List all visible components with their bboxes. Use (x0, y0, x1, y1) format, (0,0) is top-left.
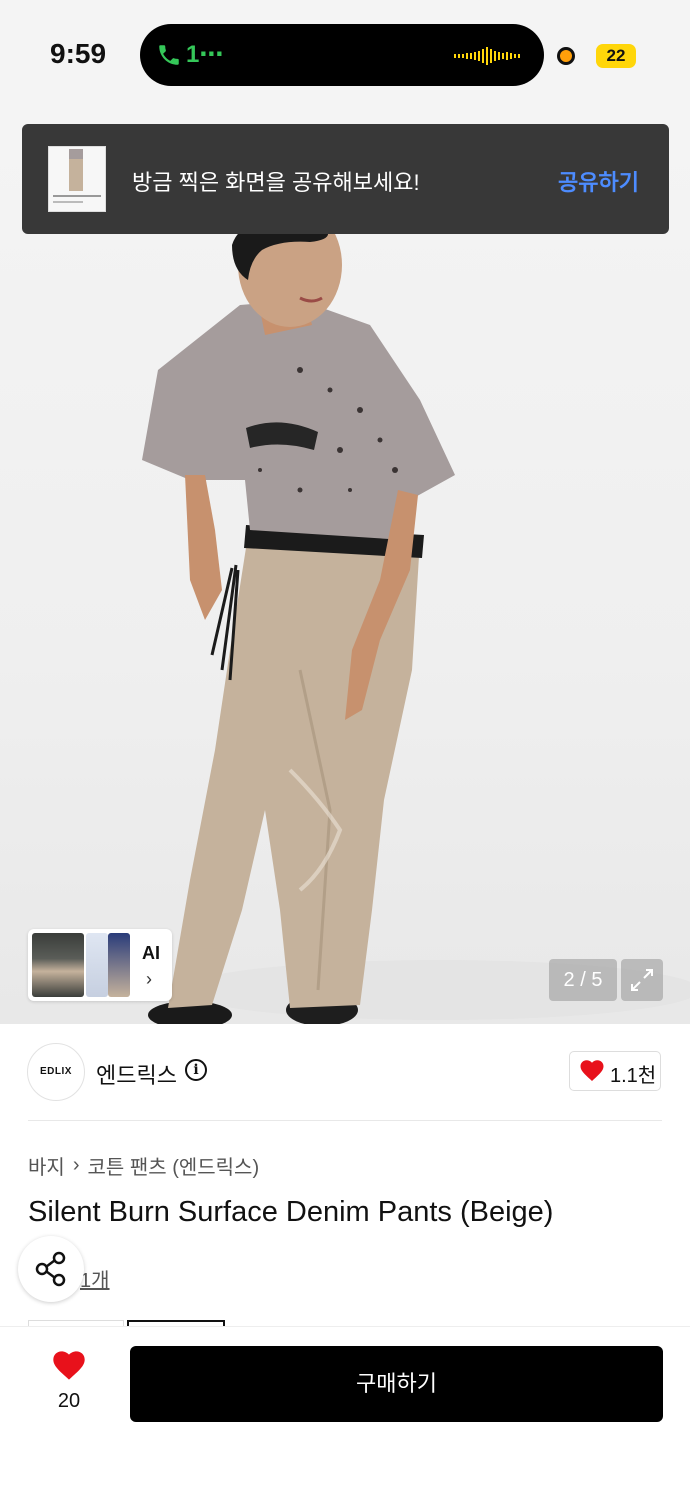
product-title: Silent Burn Surface Denim Pants (Beige) (28, 1196, 554, 1228)
share-toast: 방금 찍은 화면을 공유해보세요! 공유하기 (22, 124, 669, 234)
review-count-link[interactable]: 1개 (80, 1264, 110, 1293)
model-photo (142, 203, 690, 1024)
dynamic-island[interactable]: 1⋯ (140, 24, 544, 86)
brand-logo[interactable]: EDLIX (27, 1043, 85, 1101)
heart-icon (580, 1060, 604, 1081)
wishlist-count: 20 (57, 1390, 81, 1412)
share-button[interactable] (18, 1236, 84, 1302)
status-time: 9:59 (50, 38, 107, 69)
share-icon (35, 1251, 66, 1287)
ai-similar-items-button[interactable]: AI › (28, 929, 172, 1001)
expand-button[interactable] (621, 959, 663, 1001)
screenshot-preview-icon (49, 147, 105, 211)
image-counter: 2 / 5 (549, 959, 617, 1001)
brand-like-count: 1.1천 (610, 1065, 657, 1087)
battery-indicator: 22 (596, 44, 636, 68)
expand-icon (631, 969, 653, 991)
brand-like-button[interactable]: 1.1천 (569, 1051, 661, 1091)
bottom-action-bar: 20 구매하기 (0, 1326, 690, 1501)
breadcrumb: 바지 › 코튼 팬츠 (엔드릭스) (28, 1151, 259, 1180)
ai-thumb-2 (108, 933, 130, 997)
toast-message: 방금 찍은 화면을 공유해보세요! (132, 170, 420, 195)
breadcrumb-category[interactable]: 바지 (28, 1157, 65, 1179)
breadcrumb-subcategory[interactable]: 코튼 팬츠 (엔드릭스) (87, 1157, 259, 1179)
status-bar: 9:59 1⋯ 22 (0, 0, 690, 110)
chevron-right-icon: › (72, 1154, 80, 1176)
product-image[interactable] (0, 110, 690, 1024)
share-now-button[interactable]: 공유하기 (558, 165, 639, 197)
screenshot-thumbnail[interactable] (48, 146, 106, 212)
phone-icon (159, 45, 179, 65)
audio-wave-icon (454, 47, 520, 65)
ai-thumb-1 (32, 933, 84, 997)
chevron-right-icon: › (146, 969, 152, 989)
recording-indicator-icon (557, 47, 575, 65)
wishlist-heart-icon[interactable] (52, 1351, 86, 1381)
buy-button[interactable]: 구매하기 (130, 1346, 663, 1422)
call-duration: 1⋯ (186, 41, 224, 68)
info-icon[interactable]: i (185, 1059, 207, 1081)
brand-name[interactable]: 엔드릭스 (96, 1058, 177, 1090)
divider (28, 1120, 662, 1121)
ai-label: AI (142, 943, 160, 963)
ai-thumb-3 (86, 933, 108, 997)
